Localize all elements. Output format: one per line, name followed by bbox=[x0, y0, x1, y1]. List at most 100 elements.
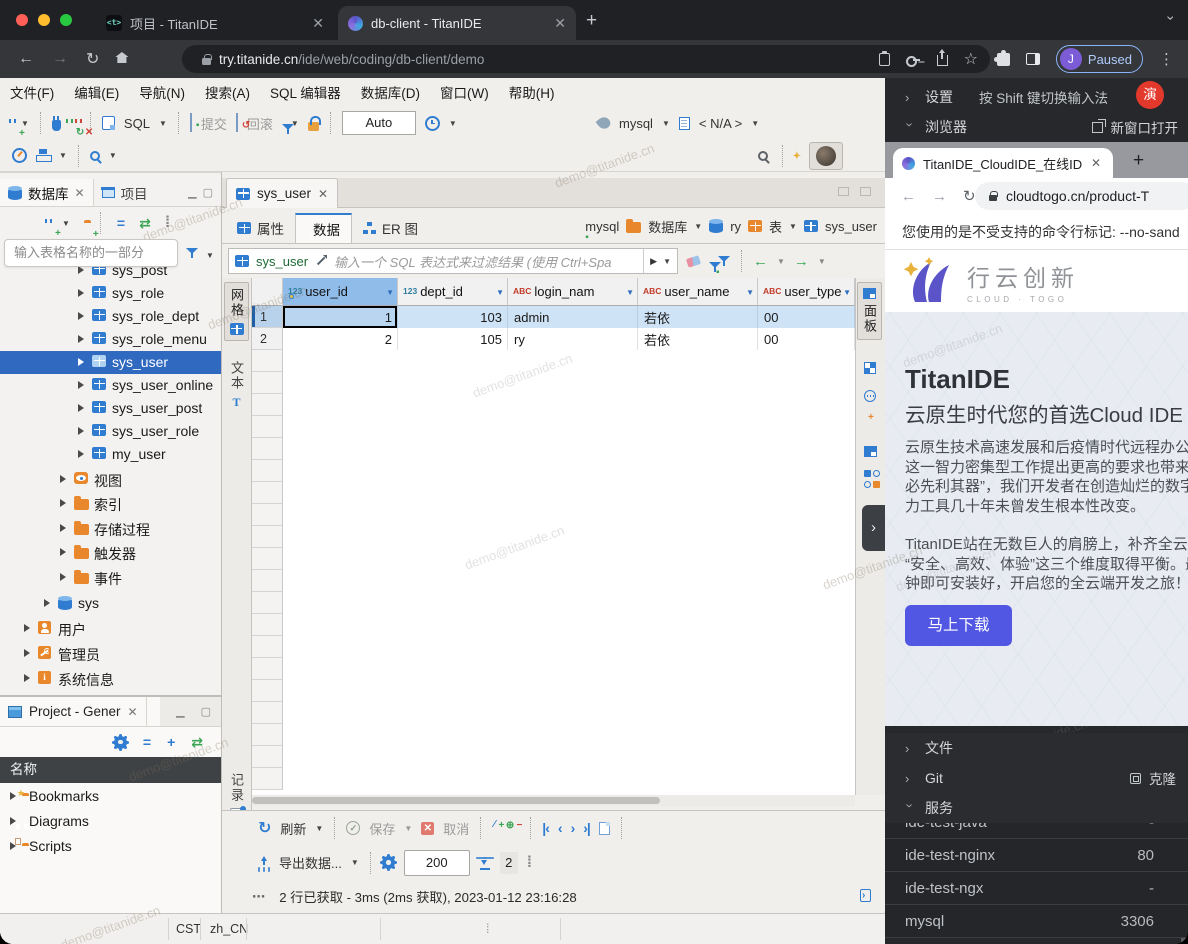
menu-item-2[interactable]: 导航(N) bbox=[129, 82, 195, 102]
column-header-user_id[interactable]: 123user_id▼ bbox=[283, 278, 398, 306]
menu-item-1[interactable]: 编辑(E) bbox=[64, 82, 129, 102]
database-dropdown-icon[interactable]: ▼ bbox=[751, 119, 759, 128]
minimize-panel-icon[interactable]: ▁ bbox=[176, 705, 184, 718]
references-icon[interactable] bbox=[864, 446, 877, 457]
column-header-dept_id[interactable]: 123dept_id▼ bbox=[398, 278, 508, 306]
first-page-icon[interactable]: |‹ bbox=[542, 820, 549, 836]
fetch-settings-gear-icon[interactable] bbox=[382, 856, 395, 869]
expander-icon[interactable] bbox=[78, 266, 84, 274]
user-avatar-button[interactable] bbox=[809, 142, 843, 170]
nav-back-dropdown-icon[interactable]: ▼ bbox=[777, 257, 785, 266]
cell-login_nam[interactable]: ry bbox=[508, 328, 638, 350]
expander-icon[interactable] bbox=[60, 573, 66, 581]
column-header-login_nam[interactable]: ABClogin_nam▼ bbox=[508, 278, 638, 306]
breadcrumb-schema[interactable]: ry bbox=[730, 219, 741, 234]
new-tab-button[interactable]: + bbox=[1133, 150, 1144, 172]
print-icon[interactable] bbox=[36, 149, 50, 162]
close-tab-icon[interactable]: ✕ bbox=[318, 187, 328, 201]
tab-grid-view[interactable]: 网格 bbox=[224, 282, 249, 341]
clipboard-icon[interactable] bbox=[879, 53, 890, 66]
connection-dropdown-icon[interactable]: ▼ bbox=[662, 119, 670, 128]
row-number[interactable]: 1 bbox=[252, 306, 283, 328]
forward-icon[interactable]: → bbox=[932, 188, 947, 205]
share-icon[interactable] bbox=[937, 55, 948, 66]
nav-back-icon[interactable]: ← bbox=[753, 253, 768, 270]
service-row-ide-test-ngx[interactable]: ide-test-ngx- bbox=[885, 872, 1188, 905]
history-icon[interactable] bbox=[425, 116, 440, 131]
database-select[interactable]: < N/A > bbox=[699, 116, 742, 131]
mini-icons-2[interactable] bbox=[864, 481, 880, 488]
tree-item-事件[interactable]: 事件 bbox=[0, 566, 221, 589]
commit-button[interactable]: 提交 bbox=[201, 114, 227, 133]
menu-item-7[interactable]: 帮助(H) bbox=[499, 82, 565, 102]
collapse-panel-handle[interactable]: › bbox=[862, 505, 885, 551]
refresh-icon[interactable]: ↻ bbox=[258, 818, 271, 838]
tree-item-sys_user_online[interactable]: sys_user_online bbox=[0, 374, 221, 397]
cell-user_id[interactable]: 1 bbox=[283, 306, 398, 328]
extensions-icon[interactable] bbox=[997, 53, 1010, 66]
nav-forward-icon[interactable]: → bbox=[794, 253, 809, 270]
sql-editor-button[interactable]: SQL bbox=[124, 116, 150, 131]
column-header-user_name[interactable]: ABCuser_name▼ bbox=[638, 278, 758, 306]
table-filter-input[interactable]: 输入表格名称的一部分 bbox=[4, 239, 178, 267]
expander-icon[interactable] bbox=[60, 548, 66, 556]
export-icon[interactable] bbox=[258, 856, 270, 870]
print-dropdown-icon[interactable]: ▼ bbox=[59, 151, 67, 160]
project-item-Bookmarks[interactable]: ★Bookmarks bbox=[0, 783, 221, 808]
tree-item-sys_role_dept[interactable]: sys_role_dept bbox=[0, 305, 221, 328]
tab-properties[interactable]: 属性 bbox=[226, 213, 295, 243]
forward-icon[interactable]: → bbox=[52, 50, 68, 68]
browser-tab-project[interactable]: <t> 项目 - TitanIDE ✕ bbox=[96, 6, 334, 40]
address-bar[interactable]: try.titanide.cn/ide/web/coding/db-client… bbox=[182, 45, 990, 73]
cell-dept_id[interactable]: 105 bbox=[398, 328, 508, 350]
lock-mode-icon[interactable] bbox=[308, 122, 319, 131]
menu-item-5[interactable]: 数据库(D) bbox=[351, 82, 430, 102]
tree-item-sys_role_menu[interactable]: sys_role_menu bbox=[0, 328, 221, 351]
refresh-button[interactable]: 刷新 bbox=[280, 819, 306, 838]
dashboard-icon[interactable] bbox=[12, 148, 27, 163]
prev-page-icon[interactable]: ‹ bbox=[558, 820, 562, 836]
copy-status-icon[interactable] bbox=[860, 889, 871, 902]
refresh-dropdown-icon[interactable]: ▼ bbox=[315, 824, 323, 833]
browser-section[interactable]: › 浏览器 新窗口打开 bbox=[885, 112, 1188, 142]
tree-item-sys_user[interactable]: sys_user bbox=[0, 351, 221, 374]
cell-user_name[interactable]: 若依 bbox=[638, 328, 758, 350]
service-row-ide-test-nginx[interactable]: ide-test-nginx80 bbox=[885, 839, 1188, 872]
tree-item-my_user[interactable]: my_user bbox=[0, 443, 221, 466]
download-button[interactable]: 马上下载 bbox=[905, 605, 1012, 646]
tab-project-general[interactable]: Project - Gener ✕ bbox=[0, 697, 147, 726]
close-tab-icon[interactable]: ✕ bbox=[128, 705, 138, 719]
cell-user_type[interactable]: 00 bbox=[758, 328, 855, 350]
fetch-all-icon[interactable] bbox=[479, 856, 491, 870]
grouping-icon[interactable] bbox=[864, 390, 876, 402]
cell-user_name[interactable]: 若依 bbox=[638, 306, 758, 328]
breadcrumb-tables[interactable]: 表 bbox=[769, 217, 782, 236]
tree-item-存储过程[interactable]: 存储过程 bbox=[0, 517, 221, 540]
rollback-button[interactable]: 回滚 bbox=[247, 114, 273, 133]
clear-filter-icon[interactable] bbox=[686, 255, 701, 268]
back-icon[interactable]: ← bbox=[18, 50, 34, 68]
nav-forward-dropdown-icon[interactable]: ▼ bbox=[818, 257, 826, 266]
browser-tab-db-client[interactable]: db-client - TitanIDE ✕ bbox=[338, 6, 576, 40]
toolbar-overflow-icon[interactable]: ⁞ bbox=[527, 854, 532, 872]
apply-filter-icon[interactable]: ▶ bbox=[650, 256, 657, 267]
plug-icon[interactable] bbox=[52, 120, 61, 131]
side-panel-icon[interactable] bbox=[1026, 53, 1040, 65]
zoom-window-button[interactable] bbox=[60, 14, 72, 26]
expand-all-icon[interactable]: + bbox=[167, 734, 175, 750]
tree-item-触发器[interactable]: 触发器 bbox=[0, 541, 221, 564]
close-window-button[interactable] bbox=[16, 14, 28, 26]
expander-icon[interactable] bbox=[78, 335, 84, 343]
row-number[interactable]: 2 bbox=[252, 328, 283, 350]
minimize-window-button[interactable] bbox=[38, 14, 50, 26]
save-dropdown-icon[interactable]: ▼ bbox=[404, 824, 412, 833]
sql-editor-icon[interactable] bbox=[102, 116, 115, 130]
value-viewer-icon[interactable] bbox=[864, 362, 876, 374]
link-editor-icon[interactable]: ⇄ bbox=[191, 734, 203, 751]
collapse-all-icon[interactable]: = bbox=[143, 734, 151, 750]
expander-icon[interactable] bbox=[24, 649, 30, 657]
export-button[interactable]: 导出数据... bbox=[279, 853, 342, 872]
tab-text-view[interactable]: 文本 T bbox=[224, 356, 249, 413]
sql-dropdown-icon[interactable]: ▼ bbox=[159, 119, 167, 128]
back-icon[interactable]: ← bbox=[901, 188, 916, 205]
